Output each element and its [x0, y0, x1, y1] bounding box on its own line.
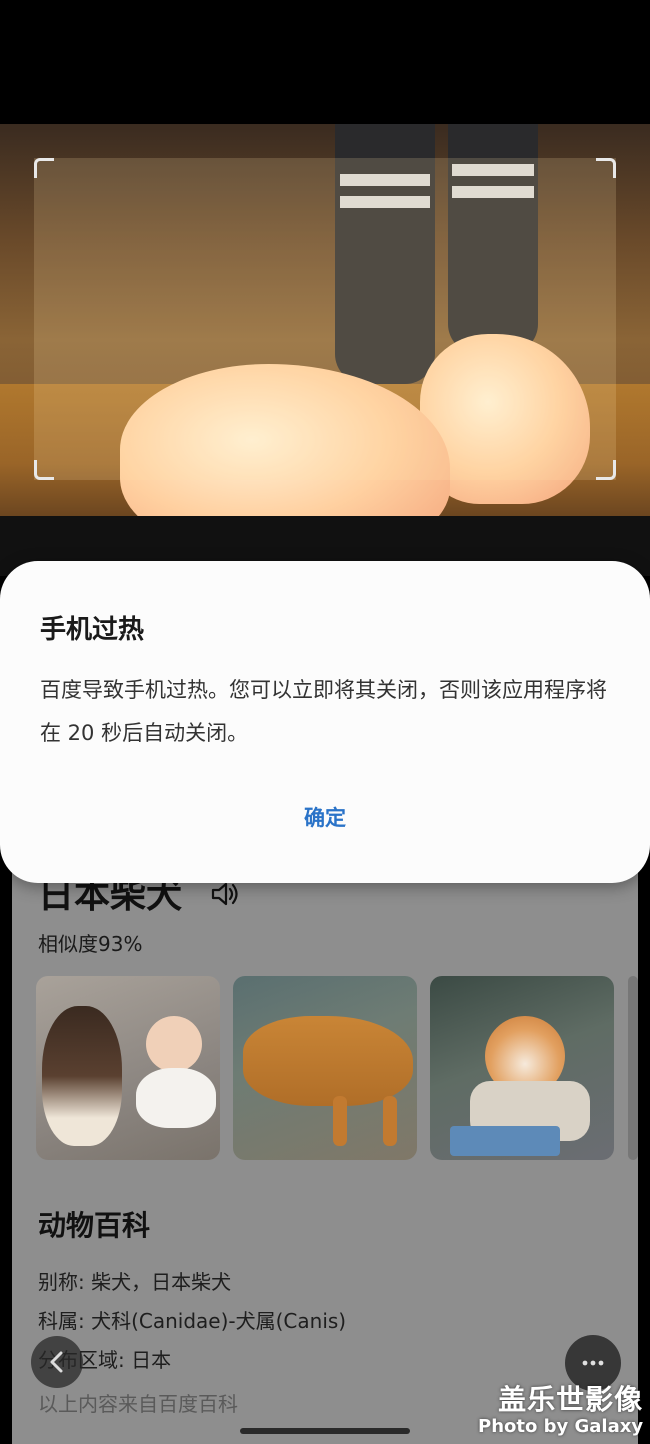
info-family: 科属: 犬科(Canidae)-犬属(Canis) — [38, 1309, 347, 1333]
watermark-en: Photo by Galaxy — [478, 1416, 644, 1437]
encyclopedia-title: 动物百科 — [38, 1209, 151, 1242]
result-image-2[interactable] — [233, 976, 417, 1160]
result-image-3[interactable] — [430, 976, 614, 1160]
dog-leg — [383, 1096, 397, 1146]
scan-corner — [34, 460, 54, 480]
result-image-4-partial[interactable] — [628, 976, 638, 1160]
scan-corner — [596, 158, 616, 178]
dog-leg — [333, 1096, 347, 1146]
chevron-left-icon — [50, 1351, 63, 1373]
scan-frame[interactable] — [34, 158, 616, 480]
dialog-title: 手机过热 — [40, 615, 145, 645]
galaxy-watermark: 盖乐世影像 Photo by Galaxy — [478, 1378, 643, 1437]
overheat-dialog: 手机过热 百度导致手机过热。您可以立即将其关闭，否则该应用程序将在 20 秒后自… — [0, 561, 650, 883]
scan-corner — [34, 158, 54, 178]
more-dots-icon — [582, 1360, 604, 1366]
scan-corner — [596, 460, 616, 480]
dog-figure — [243, 1016, 413, 1106]
result-image-1[interactable] — [36, 976, 220, 1160]
back-button[interactable] — [31, 1336, 83, 1388]
sign-board — [450, 1126, 560, 1156]
dog-figure — [42, 1006, 122, 1146]
watermark-cn: 盖乐世影像 — [498, 1383, 644, 1416]
info-alias: 别称: 柴犬，日本柴犬 — [38, 1270, 232, 1294]
baby-body — [136, 1068, 216, 1128]
info-source[interactable]: 以上内容来自百度百科 — [38, 1388, 238, 1417]
similarity-score: 相似度93% — [38, 932, 143, 956]
baby-head — [146, 1016, 202, 1072]
speaker-icon[interactable] — [210, 880, 240, 908]
dialog-message: 百度导致手机过热。您可以立即将其关闭，否则该应用程序将在 20 秒后自动关闭。 — [40, 678, 607, 745]
home-indicator[interactable] — [240, 1428, 410, 1434]
confirm-button[interactable]: 确定 — [250, 793, 400, 843]
